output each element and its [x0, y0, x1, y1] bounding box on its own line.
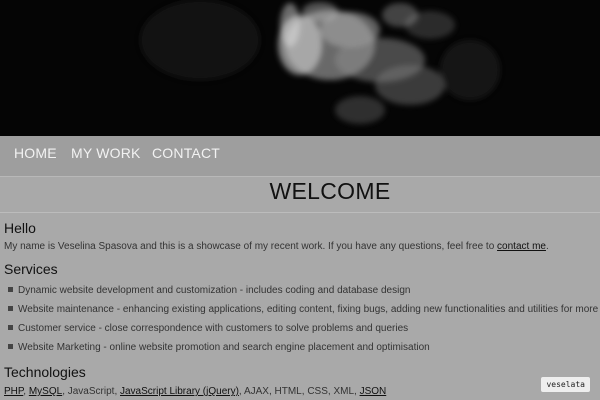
hands-graphic: [140, 0, 500, 124]
bullet-icon: [8, 343, 13, 349]
veselata-badge[interactable]: veselata: [541, 377, 590, 392]
technologies-heading: Technologies: [4, 364, 86, 380]
tech-xml: XML: [333, 386, 354, 397]
list-item: Website Marketing - online website promo…: [8, 342, 430, 353]
intro-paragraph: My name is Veselina Spasova and this is …: [4, 241, 549, 252]
intro-text-end: .: [545, 241, 549, 252]
hello-heading: Hello: [4, 220, 36, 236]
service-text: Dynamic website development and customiz…: [18, 285, 411, 296]
tech-link-json[interactable]: JSON: [360, 386, 387, 397]
nav-item-home[interactable]: HOME: [14, 145, 57, 161]
bullet-icon: [8, 305, 13, 311]
bullet-icon: [8, 286, 13, 292]
header-banner: [0, 0, 600, 136]
list-item: Dynamic website development and customiz…: [8, 285, 410, 296]
tech-css: CSS: [307, 386, 328, 397]
nav-item-contact[interactable]: CONTACT: [152, 145, 220, 161]
service-text: Website maintenance - enhancing existing…: [18, 304, 600, 315]
service-text: Website Marketing - online website promo…: [18, 342, 430, 353]
divider: [0, 212, 600, 213]
list-item: Website maintenance - enhancing existing…: [8, 304, 600, 315]
bullet-icon: [8, 324, 13, 330]
list-item: Customer service - close correspondence …: [8, 323, 408, 334]
tech-javascript: JavaScript: [67, 386, 115, 397]
tech-html: HTML: [274, 386, 302, 397]
main-nav: HOME MY WORK CONTACT: [0, 136, 600, 177]
tech-ajax: AJAX: [243, 386, 269, 397]
services-heading: Services: [4, 261, 58, 277]
service-text: Customer service - close correspondence …: [18, 323, 409, 334]
tech-link-php[interactable]: PHP: [4, 386, 23, 397]
tech-link-jquery[interactable]: JavaScript Library (jQuery): [120, 386, 239, 397]
tech-link-mysql[interactable]: MySQL: [29, 386, 62, 397]
nav-item-my-work[interactable]: MY WORK: [71, 145, 141, 161]
page-title: WELCOME: [269, 178, 391, 204]
intro-text: My name is Veselina Spasova and this is …: [4, 241, 498, 252]
technologies-list: PHP, MySQL, JavaScript, JavaScript Libra…: [4, 386, 387, 397]
contact-me-link[interactable]: contact me: [497, 241, 546, 252]
